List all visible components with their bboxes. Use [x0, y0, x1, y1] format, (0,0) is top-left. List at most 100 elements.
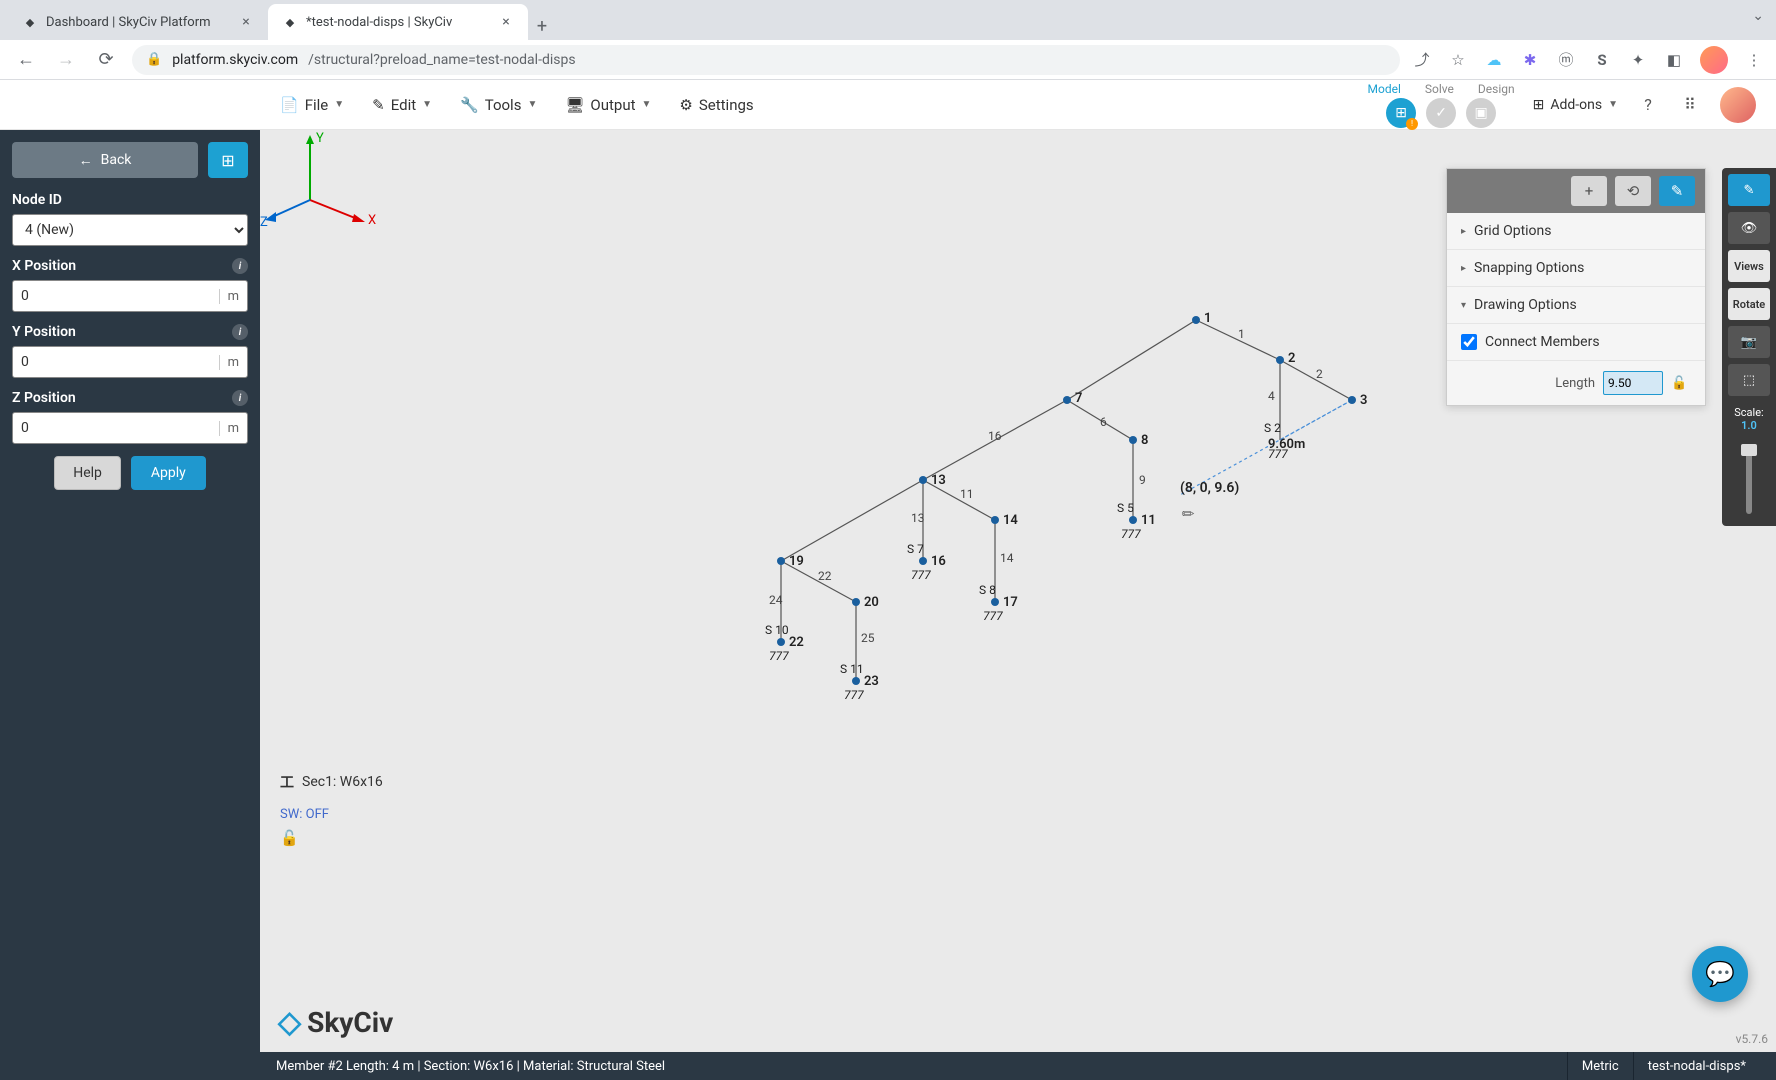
info-icon[interactable]: i	[232, 324, 248, 340]
ext-gear-icon[interactable]: ✱	[1520, 50, 1540, 70]
chevron-down-icon: ▼	[642, 99, 652, 110]
menu-file[interactable]: 📄File▼	[280, 96, 344, 114]
svg-text:S 10: S 10	[765, 623, 789, 637]
info-icon[interactable]: i	[232, 390, 248, 406]
selfweight-info: SW: OFF	[280, 807, 329, 822]
chat-button[interactable]: 💬	[1692, 946, 1748, 1002]
apply-button[interactable]: Apply	[131, 456, 206, 490]
snapping-options-row[interactable]: ▸Snapping Options	[1447, 250, 1705, 287]
svg-text:9: 9	[1139, 473, 1146, 487]
drawing-options-row[interactable]: ▾Drawing Options	[1447, 287, 1705, 324]
menu-tools[interactable]: 🔧Tools▼	[460, 96, 537, 114]
alert-badge-icon: !	[1406, 118, 1418, 130]
browser-tab-0[interactable]: ◆ Dashboard | SkyCiv Platform ×	[8, 4, 268, 40]
connect-members-row[interactable]: Connect Members	[1447, 324, 1705, 361]
status-bar: Member #2 Length: 4 m | Section: W6x16 |…	[0, 1052, 1776, 1080]
rotate-button[interactable]: Rotate	[1728, 288, 1770, 320]
grid-options-row[interactable]: ▸Grid Options	[1447, 213, 1705, 250]
url-path: /structural?preload_name=test-nodal-disp…	[308, 52, 575, 68]
pen-mode-button[interactable]: ✎	[1728, 174, 1770, 206]
svg-text:14: 14	[1000, 551, 1014, 565]
share-icon[interactable]: ⤴	[1412, 50, 1432, 70]
reload-icon[interactable]: ⟳	[92, 46, 120, 74]
bookmark-icon[interactable]: ☆	[1448, 50, 1468, 70]
3d-cube-button[interactable]: ⬚	[1728, 364, 1770, 396]
forward-icon[interactable]: →	[52, 46, 80, 74]
help-button[interactable]: ?	[1636, 93, 1660, 117]
z-position-input[interactable]	[13, 420, 219, 436]
model-canvas[interactable]: 1 2 3 7 8 11 13 14 16 17 19 20 22 23 1 2…	[260, 130, 1776, 1052]
length-input[interactable]	[1603, 371, 1663, 395]
svg-text:20: 20	[864, 595, 879, 610]
tab-title: Dashboard | SkyCiv Platform	[46, 15, 211, 30]
new-tab-button[interactable]: +	[528, 12, 556, 40]
close-icon[interactable]: ×	[498, 14, 514, 30]
rotate-tool-button[interactable]: ⟲	[1615, 176, 1651, 206]
node-id-select[interactable]: 4 (New)	[12, 214, 248, 246]
arrow-left-icon: ←	[79, 152, 93, 169]
browser-tab-1[interactable]: ◆ *test-nodal-disps | SkyCiv ×	[268, 4, 528, 40]
url-input[interactable]: 🔒 platform.skyciv.com/structural?preload…	[132, 45, 1400, 75]
profile-avatar[interactable]	[1700, 46, 1728, 74]
user-avatar[interactable]	[1720, 87, 1756, 123]
cube-icon: ⬚	[1743, 373, 1755, 388]
z-position-label: Z Positioni	[12, 390, 248, 406]
back-label: Back	[101, 152, 132, 168]
stage-solve-button[interactable]: ✓	[1426, 98, 1456, 128]
connect-members-checkbox[interactable]	[1461, 334, 1477, 350]
unlock-icon[interactable]: 🔓	[280, 829, 299, 847]
browser-tab-strip: ◆ Dashboard | SkyCiv Platform × ◆ *test-…	[0, 0, 1776, 40]
svg-text:777: 777	[983, 609, 1003, 623]
svg-text:16: 16	[931, 554, 946, 569]
ext-cloud-icon[interactable]: ☁	[1484, 50, 1504, 70]
x-position-input[interactable]	[13, 288, 219, 304]
views-button[interactable]: Views	[1728, 250, 1770, 282]
coordinate-tooltip: (8, 0, 9.6)	[1180, 480, 1239, 496]
node-id-label: Node ID	[12, 192, 248, 208]
wrench-icon: 🔧	[460, 96, 479, 114]
menu-output[interactable]: 🖥Output▼	[565, 96, 651, 114]
svg-text:7: 7	[1075, 391, 1082, 406]
pen-tool-button[interactable]: ✎	[1659, 176, 1695, 206]
addons-button[interactable]: ⊞Add-ons▼	[1533, 97, 1618, 113]
table-icon: ⊞	[221, 151, 234, 170]
sidepanel-icon[interactable]: ◧	[1664, 50, 1684, 70]
info-icon[interactable]: i	[232, 258, 248, 274]
menu-edit[interactable]: ✎Edit▼	[372, 96, 432, 114]
extensions-icon[interactable]: ✦	[1628, 50, 1648, 70]
unit-label: m	[219, 421, 247, 436]
lock-icon[interactable]: 🔓	[1671, 376, 1691, 391]
add-node-button[interactable]: +	[1571, 176, 1607, 206]
scale-slider[interactable]	[1746, 444, 1752, 514]
menu-label: Settings	[699, 96, 754, 114]
back-icon[interactable]: ←	[12, 46, 40, 74]
menu-settings[interactable]: ⚙Settings	[679, 96, 753, 114]
slider-thumb[interactable]	[1741, 444, 1757, 456]
ext-m-icon[interactable]: ⓜ	[1556, 50, 1576, 70]
svg-text:24: 24	[769, 593, 783, 607]
address-bar: ← → ⟳ 🔒 platform.skyciv.com/structural?p…	[0, 40, 1776, 80]
filename-chip[interactable]: test-nodal-disps*	[1633, 1052, 1760, 1080]
menu-icon[interactable]: ⋮	[1744, 50, 1764, 70]
svg-text:Y: Y	[316, 131, 324, 146]
svg-text:17: 17	[1003, 595, 1018, 610]
scale-label: Scale:1.0	[1734, 406, 1763, 432]
stage-design-button[interactable]: ▣	[1466, 98, 1496, 128]
apps-grid-icon[interactable]: ⠿	[1678, 93, 1702, 117]
stage-model-button[interactable]: ⊞!	[1386, 98, 1416, 128]
units-chip[interactable]: Metric	[1567, 1052, 1633, 1080]
svg-text:22: 22	[789, 635, 804, 650]
svg-text:S 2: S 2	[1264, 421, 1281, 435]
chevron-down-icon: ▼	[527, 99, 537, 110]
back-button[interactable]: ← Back	[12, 142, 198, 178]
tabs-dropdown-icon[interactable]: ⌄	[1752, 8, 1764, 24]
close-icon[interactable]: ×	[238, 14, 254, 30]
ext-s-icon[interactable]: S	[1592, 50, 1612, 70]
help-button[interactable]: Help	[54, 456, 121, 490]
screenshot-button[interactable]: 📷	[1728, 326, 1770, 358]
y-position-input[interactable]	[13, 354, 219, 370]
stage-solve-label: Solve	[1425, 82, 1454, 96]
datasheet-button[interactable]: ⊞	[208, 142, 248, 178]
lock-icon: 🔒	[146, 52, 162, 67]
visibility-button[interactable]: 👁	[1728, 212, 1770, 244]
